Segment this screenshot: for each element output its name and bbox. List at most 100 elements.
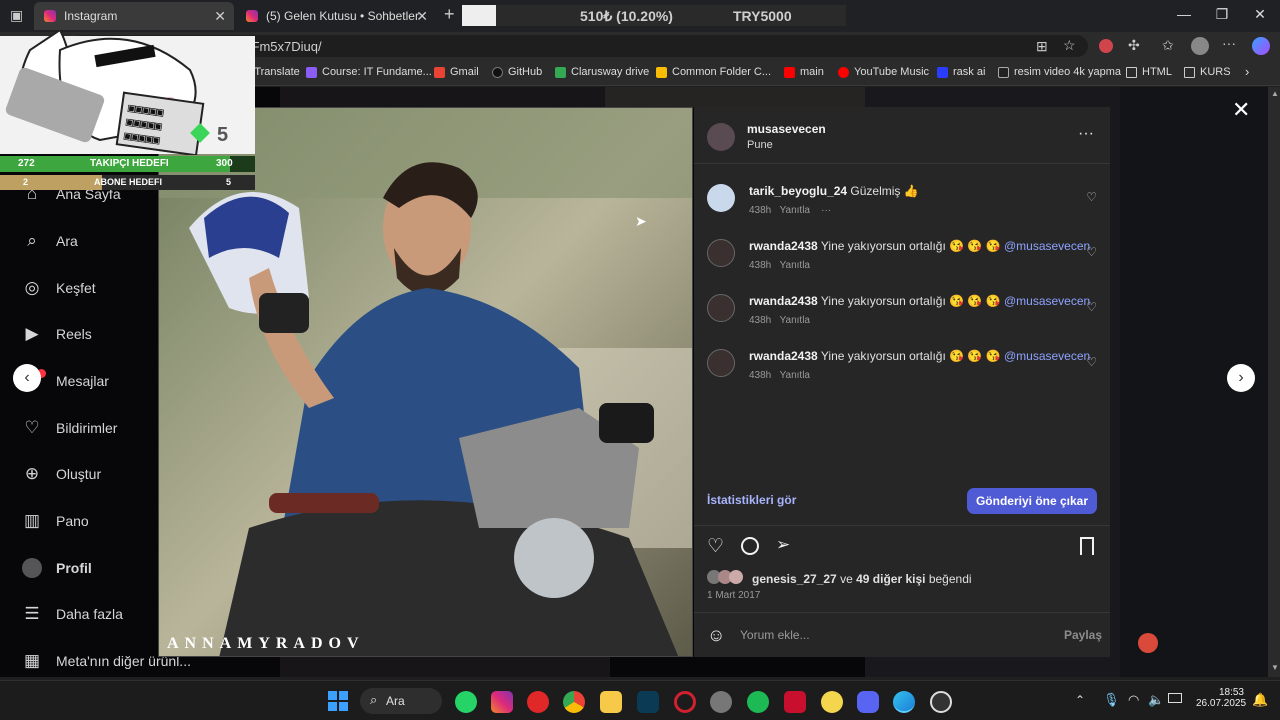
bookmark-item[interactable]: resim video 4k yapma: [998, 66, 1121, 78]
disney-plus-icon[interactable]: [637, 691, 659, 713]
copilot-icon[interactable]: [1252, 37, 1270, 55]
start-icon[interactable]: [328, 691, 348, 711]
sidebar-item-dashboard[interactable]: ▥ Pano: [22, 511, 89, 531]
sidebar-item-explore[interactable]: ◎ Keşfet: [22, 278, 96, 298]
bookmark-item[interactable]: Common Folder C...: [656, 66, 771, 78]
post-comment-button[interactable]: Paylaş: [1064, 628, 1102, 642]
bookmark-item[interactable]: YouTube Music: [838, 66, 929, 78]
next-post-button[interactable]: ›: [1227, 364, 1255, 392]
bookmark-item[interactable]: Gmail: [434, 66, 479, 78]
sidebar-item-create[interactable]: ⊕ Oluştur: [22, 464, 101, 484]
bookmark-item[interactable]: Course: IT Fundame...: [306, 66, 432, 78]
tray-overflow-icon[interactable]: ⌃: [1075, 693, 1085, 707]
chrome-icon[interactable]: [563, 691, 585, 713]
promote-post-button[interactable]: Gönderiyi öne çıkar: [967, 488, 1097, 514]
comment-mention[interactable]: @musasevecen: [1004, 239, 1090, 253]
sidebar-item-profile[interactable]: Profil: [22, 558, 92, 578]
close-tab-icon[interactable]: ✕: [416, 8, 428, 25]
save-bookmark-icon[interactable]: [1080, 537, 1094, 555]
bookmark-item[interactable]: main: [784, 66, 824, 78]
post-location[interactable]: Pune: [747, 139, 773, 151]
obs-icon[interactable]: [930, 691, 952, 713]
reply-button[interactable]: Yanıtla: [780, 205, 810, 216]
opera-icon[interactable]: [674, 691, 696, 713]
like-comment-icon[interactable]: ♡: [1086, 300, 1097, 314]
close-tab-icon[interactable]: ✕: [214, 8, 226, 25]
comment-mention[interactable]: @musasevecen: [1004, 349, 1090, 363]
tab-inbox[interactable]: (5) Gelen Kutusu • Sohbetler ✕: [236, 2, 436, 30]
edge-icon[interactable]: [893, 691, 915, 713]
comment-username[interactable]: tarik_beyoglu_24: [749, 184, 847, 198]
clock[interactable]: 18:53 26.07.2025: [1196, 687, 1246, 709]
discord-icon[interactable]: [857, 691, 879, 713]
commenter-avatar[interactable]: [707, 239, 735, 267]
spotify-icon[interactable]: [747, 691, 769, 713]
comment-icon[interactable]: [741, 537, 759, 555]
profile-avatar[interactable]: [1191, 37, 1209, 55]
bookmark-folder[interactable]: KURS: [1184, 66, 1231, 78]
page-scrollbar[interactable]: ▲ ▼: [1268, 87, 1280, 677]
bookmark-folder[interactable]: HTML: [1126, 66, 1172, 78]
close-modal-icon[interactable]: ✕: [1232, 97, 1250, 123]
commenter-avatar[interactable]: [707, 294, 735, 322]
reply-button[interactable]: Yanıtla: [780, 260, 810, 271]
wifi-icon[interactable]: ◠: [1128, 692, 1139, 708]
sidebar-item-search[interactable]: ⌕ Ara: [22, 231, 78, 251]
like-comment-icon[interactable]: ♡: [1086, 245, 1097, 259]
volume-icon[interactable]: 🔈: [1148, 692, 1164, 708]
extensions-icon[interactable]: ✣: [1128, 37, 1140, 54]
likes-count[interactable]: 49 diğer kişi: [856, 572, 925, 586]
like-comment-icon[interactable]: ♡: [1086, 355, 1097, 369]
previous-post-button[interactable]: ‹: [13, 364, 41, 392]
reply-button[interactable]: Yanıtla: [780, 315, 810, 326]
comment-username[interactable]: rwanda2438: [749, 239, 818, 253]
reply-button[interactable]: Yanıtla: [780, 370, 810, 381]
settings-icon[interactable]: [710, 691, 732, 713]
favorites-icon[interactable]: ✩: [1162, 37, 1174, 54]
author-avatar[interactable]: [707, 123, 735, 151]
more-options-icon[interactable]: ···: [1078, 125, 1094, 143]
sidebar-item-more[interactable]: ☰ Daha fazla: [22, 604, 123, 624]
bookmark-item[interactable]: Clarusway drive: [555, 66, 649, 78]
app-view-icon[interactable]: ⊞: [1036, 38, 1048, 55]
tab-instagram[interactable]: Instagram ✕: [34, 2, 234, 30]
like-comment-icon[interactable]: ♡: [1086, 190, 1097, 204]
more-menu-icon[interactable]: ···: [1222, 35, 1236, 51]
extension-icon[interactable]: [1099, 39, 1113, 53]
sidebar-item-reels[interactable]: ▶ Reels: [22, 324, 91, 344]
file-explorer-icon[interactable]: [600, 691, 622, 713]
maximize-icon[interactable]: ❐: [1212, 6, 1232, 23]
new-tab-icon[interactable]: +: [444, 4, 455, 25]
view-insights-link[interactable]: İstatistikleri gör: [707, 493, 796, 507]
sidebar-item-notifications[interactable]: ♡ Bildirimler: [22, 418, 117, 438]
instagram-icon[interactable]: [491, 691, 513, 713]
comment-mention[interactable]: @musasevecen: [1004, 294, 1090, 308]
tab-actions-icon[interactable]: ▣: [10, 7, 23, 24]
app-icon[interactable]: [821, 691, 843, 713]
minimize-icon[interactable]: —: [1174, 6, 1194, 22]
whatsapp-icon[interactable]: [455, 691, 477, 713]
author-username[interactable]: musasevecen: [747, 122, 826, 136]
taskbar-search[interactable]: ⌕ Ara: [360, 688, 442, 714]
commenter-avatar[interactable]: [707, 184, 735, 212]
like-icon[interactable]: ♡: [707, 535, 724, 558]
share-icon[interactable]: ➢: [776, 535, 790, 555]
comment-username[interactable]: rwanda2438: [749, 294, 818, 308]
liker-username[interactable]: genesis_27_27: [752, 572, 837, 586]
battery-icon[interactable]: [1168, 693, 1182, 703]
comment-more-icon[interactable]: ···: [821, 205, 831, 216]
commenter-avatar[interactable]: [707, 349, 735, 377]
scroll-down-icon[interactable]: ▼: [1271, 663, 1279, 672]
liker-avatars[interactable]: [707, 570, 747, 586]
favorite-star-icon[interactable]: ☆: [1063, 37, 1076, 54]
emoji-picker-icon[interactable]: ☺: [707, 625, 725, 646]
youtube-icon[interactable]: [527, 691, 549, 713]
notification-icon[interactable]: 🔔: [1252, 692, 1268, 708]
microphone-icon[interactable]: 🎙: [1103, 692, 1120, 708]
pen-icon[interactable]: [1138, 633, 1158, 653]
comment-input[interactable]: Yorum ekle...: [740, 628, 810, 642]
scroll-up-icon[interactable]: ▲: [1271, 89, 1279, 98]
bookmarks-more-icon[interactable]: ›: [1245, 64, 1249, 79]
post-date[interactable]: 1 Mart 2017: [707, 590, 760, 601]
comment-username[interactable]: rwanda2438: [749, 349, 818, 363]
